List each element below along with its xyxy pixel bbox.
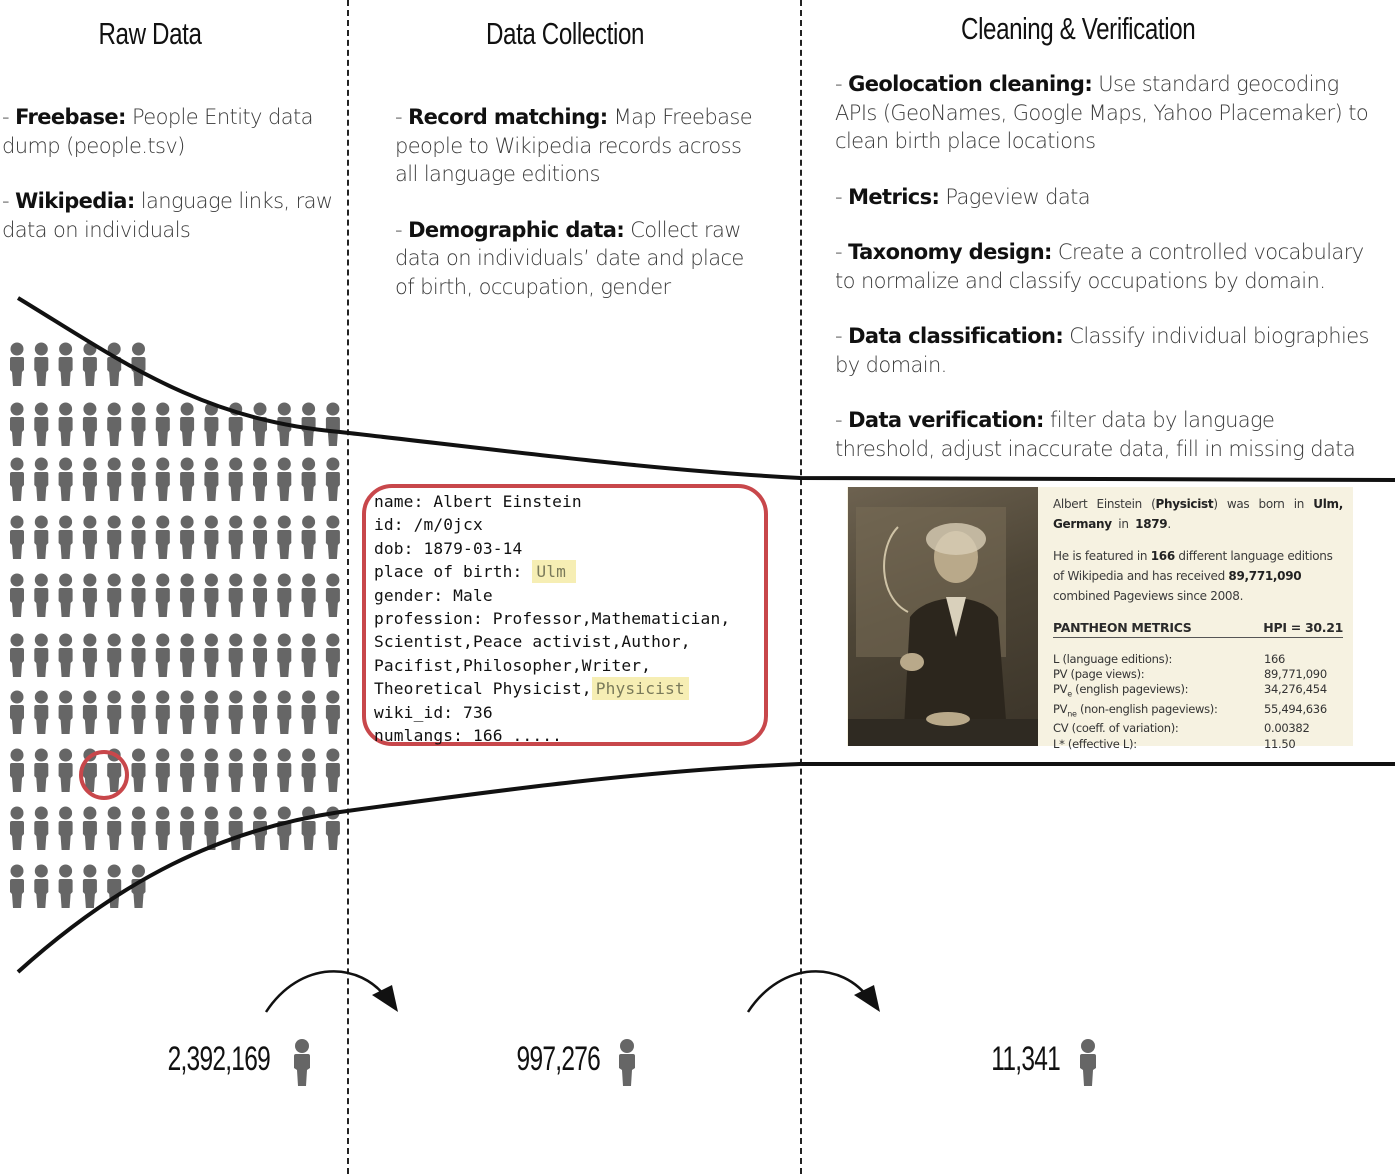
count-raw-data: 2,392,169: [167, 1040, 271, 1078]
person-icon: [619, 1039, 635, 1086]
funnel-bottom-curve: [16, 762, 1395, 974]
record-id: id: /m/0jcx: [374, 515, 483, 535]
language-count: 166: [1150, 549, 1175, 563]
text: ) was born in: [1213, 497, 1314, 511]
metric-row: L (language editions): 166: [1053, 652, 1343, 667]
record-pob-label: place of birth:: [374, 562, 523, 582]
record-numlangs: numlangs: 166 .....: [374, 726, 563, 746]
metric-row: PVne (non-english pageviews): 55,494,636: [1053, 702, 1343, 722]
occupation: Physicist: [1155, 497, 1214, 511]
record-pob-highlight: Ulm: [532, 560, 577, 584]
person-icon: [294, 1039, 310, 1086]
hpi-value: HPI = 30.21: [1263, 620, 1343, 635]
metric-value: 34,276,454: [1264, 682, 1327, 697]
record-profession: Pacifist,Philosopher,Writer,: [374, 655, 652, 675]
person-icon: [1080, 1039, 1096, 1086]
metrics-header: PANTHEON METRICS HPI = 30.21: [1053, 620, 1343, 638]
text: combined Pageviews since 2008.: [1053, 589, 1244, 603]
stage-arrow-2: [746, 970, 872, 1013]
einstein-photo: [848, 487, 1038, 746]
metric-row: CV (coeff. of variation): 0.00382: [1053, 721, 1343, 736]
metrics-title: PANTHEON METRICS: [1053, 620, 1192, 635]
metric-row: PVe (english pageviews): 34,276,454: [1053, 682, 1343, 702]
record-gender: gender: Male: [374, 585, 493, 605]
record-profession: profession: Professor,Mathematician,: [374, 609, 731, 629]
portrait-illustration: [848, 507, 1038, 746]
stage-arrow-1: [264, 970, 390, 1013]
metric-row: PV (page views): 89,771,090: [1053, 667, 1343, 682]
record-name: name: Albert Einstein: [374, 492, 582, 511]
text: Albert Einstein (: [1053, 497, 1156, 511]
pageview-count: 89,771,090: [1228, 569, 1302, 583]
birth-year: 1879: [1135, 517, 1168, 531]
metric-value: 55,494,636: [1264, 701, 1327, 716]
profile-summary: Albert Einstein (Physicist) was born in …: [1053, 494, 1343, 606]
record-profession: Scientist,Peace activist,Author,: [374, 632, 691, 652]
profile-birth-sentence: Albert Einstein (Physicist) was born in …: [1053, 494, 1343, 534]
record-dob: dob: 1879-03-14: [374, 538, 523, 558]
metric-row: L* (effective L): 11.50: [1053, 737, 1343, 752]
metric-value: 166: [1264, 652, 1286, 666]
metric-key: CV (coeff. of variation):: [1053, 721, 1179, 736]
count-cleaned: 11,341: [991, 1040, 1060, 1078]
funnel-top-curve: [16, 296, 1395, 482]
text: in: [1111, 517, 1136, 531]
profile-pageview-sentence: He is featured in 166 different language…: [1053, 546, 1343, 606]
metric-value: 11.50: [1264, 736, 1296, 751]
record-profession-highlight: Physicist: [591, 677, 689, 701]
text: He is featured in: [1053, 549, 1151, 563]
record-wiki-id: wiki_id: 736: [374, 702, 493, 722]
metrics-table: L (language editions): 166 PV (page views…: [1053, 652, 1343, 752]
arrow-head-icon: [854, 985, 880, 1012]
count-data-collection: 997,276: [516, 1040, 601, 1078]
metric-key: L* (effective L):: [1053, 736, 1137, 751]
text: .: [1167, 517, 1171, 531]
metric-key: PV (page views):: [1053, 667, 1145, 682]
metric-value: 0.00382: [1264, 721, 1310, 736]
metric-key: L (language editions):: [1053, 652, 1173, 666]
metric-key: PVe (english pageviews):: [1053, 682, 1189, 699]
metric-value: 89,771,090: [1264, 667, 1327, 682]
arrow-head-icon: [372, 985, 398, 1012]
record-profession: Theoretical Physicist,: [374, 679, 592, 699]
freebase-record: name: Albert Einstein id: /m/0jcx dob: 1…: [374, 490, 730, 747]
metric-key: PVne (non-english pageviews):: [1053, 701, 1218, 719]
